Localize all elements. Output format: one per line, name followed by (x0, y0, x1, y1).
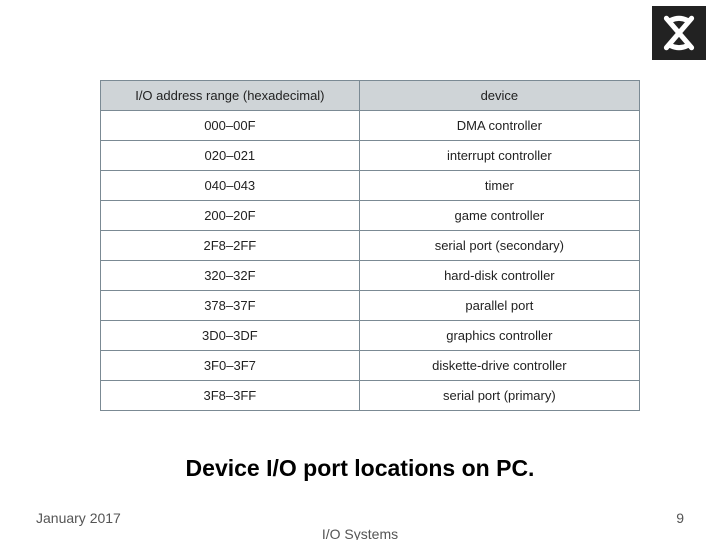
university-logo (652, 6, 706, 60)
table-row: 3F8–3FF serial port (primary) (101, 381, 640, 411)
cell-address: 320–32F (101, 261, 360, 291)
cell-address: 3F8–3FF (101, 381, 360, 411)
table-row: 200–20F game controller (101, 201, 640, 231)
cell-address: 000–00F (101, 111, 360, 141)
table-row: 000–00F DMA controller (101, 111, 640, 141)
table-row: 2F8–2FF serial port (secondary) (101, 231, 640, 261)
cell-device: timer (359, 171, 639, 201)
cell-device: interrupt controller (359, 141, 639, 171)
cell-device: parallel port (359, 291, 639, 321)
cell-address: 3D0–3DF (101, 321, 360, 351)
cell-device: serial port (secondary) (359, 231, 639, 261)
col-header-device: device (359, 81, 639, 111)
cell-device: DMA controller (359, 111, 639, 141)
table-row: 378–37F parallel port (101, 291, 640, 321)
cell-device: game controller (359, 201, 639, 231)
table-header-row: I/O address range (hexadecimal) device (101, 81, 640, 111)
slide-caption: Device I/O port locations on PC. (0, 455, 720, 482)
footer-page: 9 (676, 510, 684, 526)
io-port-table: I/O address range (hexadecimal) device 0… (100, 80, 640, 411)
col-header-address: I/O address range (hexadecimal) (101, 81, 360, 111)
cell-device: diskette-drive controller (359, 351, 639, 381)
cell-address: 2F8–2FF (101, 231, 360, 261)
cell-device: graphics controller (359, 321, 639, 351)
cell-address: 3F0–3F7 (101, 351, 360, 381)
cell-address: 020–021 (101, 141, 360, 171)
cell-device: hard-disk controller (359, 261, 639, 291)
table-row: 3F0–3F7 diskette-drive controller (101, 351, 640, 381)
aleph-icon (658, 12, 700, 54)
cell-address: 200–20F (101, 201, 360, 231)
cell-device: serial port (primary) (359, 381, 639, 411)
table-row: 040–043 timer (101, 171, 640, 201)
footer-center: I/O Systems (0, 526, 720, 540)
cell-address: 040–043 (101, 171, 360, 201)
table-row: 3D0–3DF graphics controller (101, 321, 640, 351)
table-row: 320–32F hard-disk controller (101, 261, 640, 291)
footer-date: January 2017 (36, 510, 121, 526)
table-row: 020–021 interrupt controller (101, 141, 640, 171)
table: I/O address range (hexadecimal) device 0… (100, 80, 640, 411)
cell-address: 378–37F (101, 291, 360, 321)
